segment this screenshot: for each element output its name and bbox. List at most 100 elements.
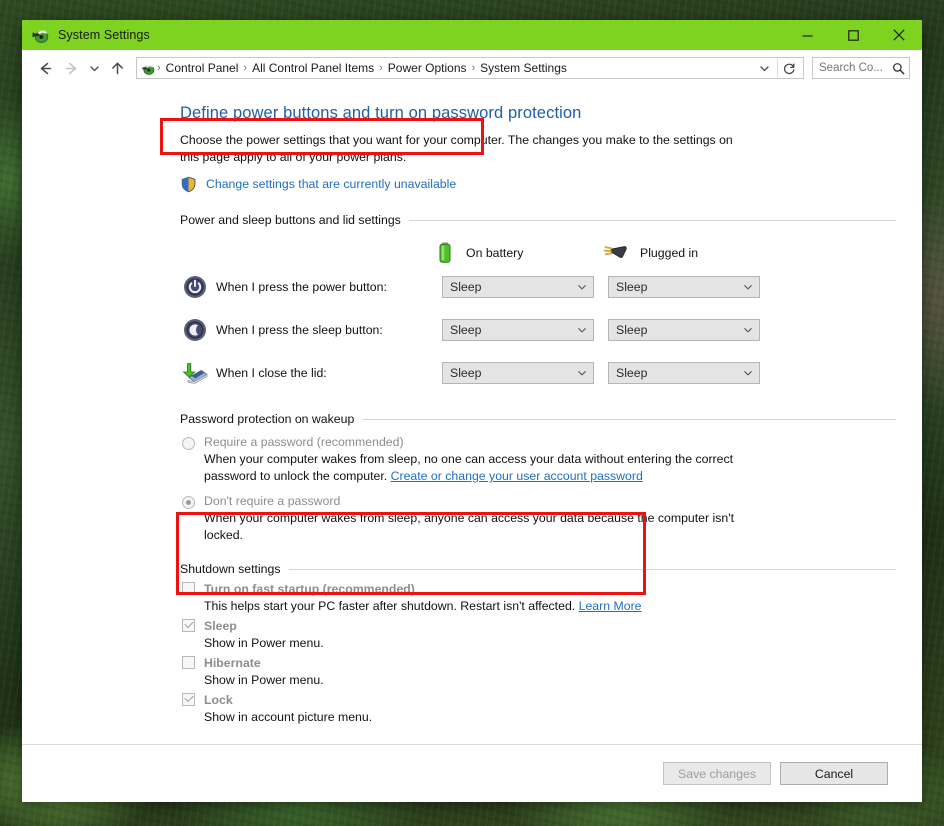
- combo-power-button-plugged-in[interactable]: Sleep: [608, 275, 760, 298]
- chevron-glyph: [744, 284, 752, 289]
- chevron-down-icon: [576, 281, 588, 293]
- chevron-down-icon: [760, 65, 769, 71]
- chevron-glyph: [578, 284, 586, 289]
- checkbox-item-lock[interactable]: Lock Show in account picture menu.: [180, 691, 896, 724]
- option-title-require-password: Require a password (recommended): [204, 435, 404, 449]
- power-sleep-group-header: Power and sleep buttons and lid settings: [180, 213, 896, 227]
- combo-close-lid-on-battery[interactable]: Sleep: [442, 361, 594, 384]
- window-title: System Settings: [58, 28, 150, 42]
- checkbox-lock[interactable]: [182, 693, 195, 706]
- combo-sleep-button-plugged-in[interactable]: Sleep: [608, 318, 760, 341]
- power-symbol-icon: [184, 275, 206, 298]
- checkbox-item-fast-startup[interactable]: Turn on fast startup (recommended) This …: [180, 580, 896, 613]
- minimize-button[interactable]: [784, 20, 830, 50]
- option-require-password[interactable]: Require a password (recommended) When yo…: [180, 435, 896, 485]
- address-dropdown-button[interactable]: [752, 62, 777, 75]
- chevron-down-icon: [742, 367, 754, 379]
- breadcrumb-system-settings-icon: [142, 64, 155, 75]
- cancel-button[interactable]: Cancel: [780, 762, 888, 785]
- checkbox-sleep[interactable]: [182, 619, 195, 632]
- chevron-glyph: [578, 370, 586, 375]
- combo-sleep-button-on-battery[interactable]: Sleep: [442, 318, 594, 341]
- checkbox-item-sleep[interactable]: Sleep Show in Power menu.: [180, 617, 896, 650]
- combo-value: Sleep: [616, 322, 648, 337]
- radio-require-password[interactable]: [182, 437, 195, 450]
- save-changes-button[interactable]: Save changes: [663, 762, 771, 785]
- forward-button[interactable]: [58, 55, 84, 81]
- combo-value: Sleep: [450, 322, 482, 337]
- checkbox-item-hibernate[interactable]: Hibernate Show in Power menu.: [180, 654, 896, 687]
- close-icon: [893, 29, 905, 41]
- breadcrumb-item-power-options[interactable]: Power Options: [384, 61, 471, 75]
- chevron-down-icon: [576, 324, 588, 336]
- power-sleep-group-label: Power and sleep buttons and lid settings: [180, 213, 401, 227]
- chevron-down-icon: [89, 65, 99, 71]
- learn-more-link[interactable]: Learn More: [579, 599, 642, 613]
- maximize-icon: [847, 29, 859, 41]
- chevron-glyph: [578, 327, 586, 332]
- moon-symbol-icon: [184, 318, 206, 341]
- checkbox-label-sleep: Sleep: [204, 619, 237, 633]
- group-divider: [288, 568, 896, 570]
- checkbox-label-fast-startup: Turn on fast startup (recommended): [204, 582, 415, 596]
- create-change-password-link[interactable]: Create or change your user account passw…: [391, 469, 643, 483]
- back-button[interactable]: [32, 55, 58, 81]
- laptop-lid-icon: [180, 361, 210, 385]
- combo-value: Sleep: [616, 365, 648, 380]
- setting-label-close-lid: When I close the lid:: [216, 365, 327, 380]
- page-description: Choose the power settings that you want …: [180, 133, 733, 164]
- sleep-moon-icon: [180, 318, 210, 342]
- power-source-columns: On battery Plugged in: [180, 241, 896, 265]
- address-bar[interactable]: › Control Panel › All Control Panel Item…: [136, 57, 804, 79]
- arrow-left-icon: [40, 62, 51, 74]
- change-settings-row: Change settings that are currently unava…: [180, 173, 896, 195]
- breadcrumb-item-all-control-panel-items[interactable]: All Control Panel Items: [248, 61, 378, 75]
- battery-icon: [439, 242, 451, 263]
- arrow-right-icon: [65, 62, 76, 74]
- search-input[interactable]: Search Co...: [812, 57, 910, 79]
- breadcrumb-item-system-settings[interactable]: System Settings: [476, 61, 571, 75]
- checkbox-desc-fast-startup: This helps start your PC faster after sh…: [204, 599, 896, 613]
- column-on-battery: On battery: [436, 241, 602, 265]
- window-controls: [784, 20, 922, 50]
- magnifier-icon: [893, 62, 905, 74]
- option-dont-require-password[interactable]: Don't require a password When your compu…: [180, 494, 896, 544]
- combo-power-button-on-battery[interactable]: Sleep: [442, 275, 594, 298]
- checkbox-hibernate[interactable]: [182, 656, 195, 669]
- arrow-up-icon: [111, 62, 123, 74]
- group-divider: [408, 219, 896, 221]
- chevron-down-icon: [742, 281, 754, 293]
- column-on-battery-label: On battery: [466, 246, 524, 260]
- breadcrumb-item-control-panel[interactable]: Control Panel: [162, 61, 243, 75]
- settings-content: Define power buttons and turn on passwor…: [22, 86, 922, 744]
- laptop-symbol-icon: [182, 362, 208, 384]
- maximize-button[interactable]: [830, 20, 876, 50]
- column-plugged-in: Plugged in: [602, 241, 768, 265]
- combo-value: Sleep: [616, 279, 648, 294]
- option-body-dont-require-password: When your computer wakes from sleep, any…: [204, 511, 735, 542]
- checkbox-label-lock: Lock: [204, 693, 233, 707]
- power-plug-icon: [603, 246, 627, 259]
- up-button[interactable]: [104, 55, 130, 81]
- close-button[interactable]: [876, 20, 922, 50]
- chevron-glyph: [744, 327, 752, 332]
- recent-locations-button[interactable]: [84, 55, 104, 81]
- checkbox-fast-startup[interactable]: [182, 582, 195, 595]
- setting-row-sleep-button: When I press the sleep button: Sleep Sle…: [180, 308, 896, 351]
- shutdown-group-label: Shutdown settings: [180, 562, 281, 576]
- change-settings-link[interactable]: Change settings that are currently unava…: [206, 177, 456, 191]
- password-group-label: Password protection on wakeup: [180, 412, 355, 426]
- combo-value: Sleep: [450, 365, 482, 380]
- refresh-button[interactable]: [777, 57, 801, 79]
- search-input-value: Search Co...: [819, 62, 883, 74]
- combo-close-lid-plugged-in[interactable]: Sleep: [608, 361, 760, 384]
- setting-label-sleep-button: When I press the sleep button:: [216, 322, 383, 337]
- window-titlebar: System Settings: [22, 20, 922, 50]
- minimize-icon: [802, 34, 812, 37]
- power-button-icon: [180, 275, 210, 299]
- checkbox-desc-sleep: Show in Power menu.: [204, 636, 324, 650]
- password-group-header: Password protection on wakeup: [180, 412, 896, 426]
- option-header: Require a password (recommended): [204, 435, 896, 449]
- radio-dont-require-password[interactable]: [182, 496, 195, 509]
- refresh-icon: [784, 62, 795, 74]
